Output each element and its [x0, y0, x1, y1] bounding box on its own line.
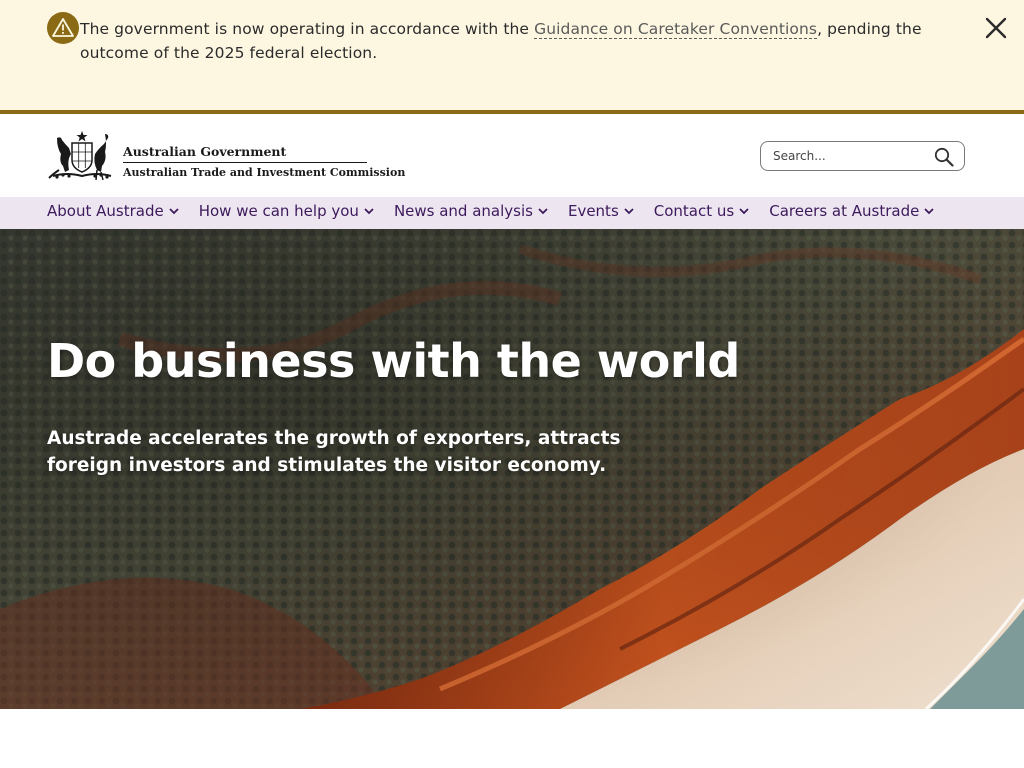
- nav-item-how-we-can-help[interactable]: How we can help you: [199, 202, 375, 220]
- search-input[interactable]: [773, 146, 923, 166]
- nav-item-news-and-analysis[interactable]: News and analysis: [394, 202, 549, 220]
- hero-subtitle: Austrade accelerates the growth of expor…: [47, 428, 621, 476]
- nav-item-label: How we can help you: [198, 202, 359, 220]
- agency-name: Australian Trade and Investment Commissi…: [123, 166, 406, 179]
- warning-icon: [47, 12, 79, 44]
- chevron-down-icon: [169, 208, 179, 215]
- coat-of-arms-icon: [48, 131, 112, 181]
- search-icon[interactable]: [933, 146, 955, 168]
- chevron-down-icon: [364, 208, 374, 215]
- hero-title: Do business with the world: [47, 334, 740, 388]
- nav-item-label: Events: [567, 202, 619, 220]
- search-box: [760, 141, 965, 171]
- hero-banner: Do business with the world Austrade acce…: [0, 229, 1024, 709]
- nav-item-label: About Austrade: [47, 202, 164, 220]
- chevron-down-icon: [739, 208, 749, 215]
- nav-item-label: Contact us: [653, 202, 735, 220]
- chevron-down-icon: [538, 208, 548, 215]
- site-header: Australian Government Australian Trade a…: [0, 114, 1024, 197]
- content-area: [0, 709, 1024, 768]
- caretaker-alert-banner: The government is now operating in accor…: [0, 0, 1024, 114]
- nav-item-about-austrade[interactable]: About Austrade: [47, 202, 180, 220]
- nav-item-events[interactable]: Events: [568, 202, 635, 220]
- main-navigation: About Austrade How we can help you News …: [0, 197, 1024, 229]
- logo-divider: [123, 162, 367, 163]
- government-name: Australian Government: [123, 144, 287, 159]
- caretaker-conventions-link[interactable]: Guidance on Caretaker Conventions: [534, 20, 818, 39]
- chevron-down-icon: [924, 208, 934, 215]
- nav-item-label: News and analysis: [393, 202, 533, 220]
- austrade-logo[interactable]: Australian Government Australian Trade a…: [47, 130, 405, 182]
- nav-item-careers[interactable]: Careers at Austrade: [769, 202, 935, 220]
- alert-text-start: The government is now operating in accor…: [80, 20, 535, 38]
- close-icon[interactable]: [984, 16, 1008, 40]
- chevron-down-icon: [624, 208, 634, 215]
- alert-message: The government is now operating in accor…: [80, 17, 960, 65]
- nav-item-label: Careers at Austrade: [769, 202, 920, 220]
- nav-item-contact-us[interactable]: Contact us: [654, 202, 750, 220]
